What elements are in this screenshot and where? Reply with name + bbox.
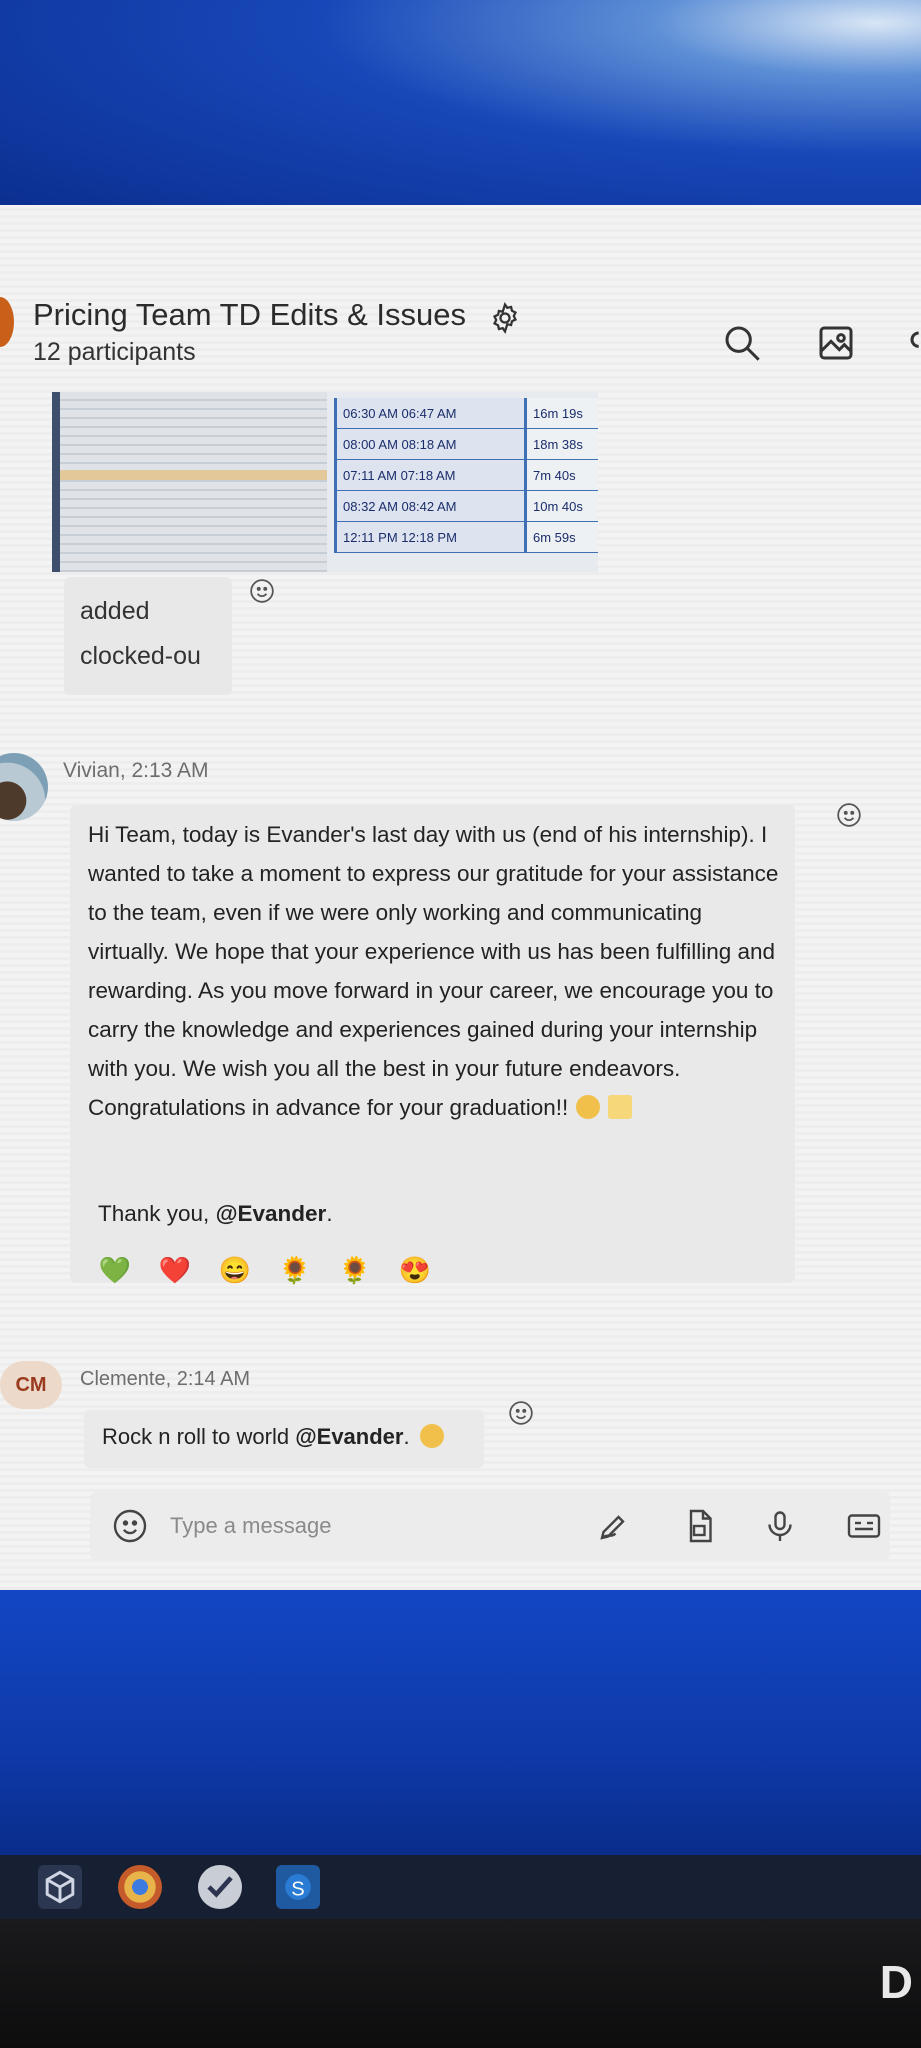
mention-evander[interactable]: @Evander [295, 1424, 403, 1449]
keyboard-icon[interactable] [846, 1508, 882, 1544]
table-row: 08:32 AM 08:42 AM 10m 40s [337, 491, 598, 522]
avatar[interactable]: CM [0, 1361, 62, 1409]
monitor-brand-logo: D [879, 1956, 913, 2008]
skype-icon[interactable]: S [276, 1865, 320, 1909]
message-bubble[interactable]: Rock n roll to world @Evander. [84, 1410, 484, 1468]
avatar[interactable] [0, 753, 48, 821]
table-row: 08:00 AM 08:18 AM 18m 38s [337, 429, 598, 460]
table-cell-times: 08:00 AM 08:18 AM [337, 429, 527, 459]
file-icon[interactable] [682, 1508, 718, 1544]
more-options-icon[interactable] [900, 323, 921, 363]
table-row: 07:11 AM 07:18 AM 7m 40s [337, 460, 598, 491]
table-cell-duration: 7m 40s [527, 460, 598, 490]
chat-header: Pricing Team TD Edits & Issues 12 partic… [0, 205, 921, 385]
message-body: Hi Team, today is Evander's last day wit… [88, 815, 788, 1127]
table-row: 12:11 PM 12:18 PM 6m 59s [337, 522, 598, 553]
emoji-icon[interactable] [112, 1508, 148, 1544]
star-emoji-icon [608, 1095, 633, 1119]
message-text: Hi Team, today is Evander's last day wit… [88, 822, 779, 1120]
red-heart-reaction[interactable]: ❤️ [158, 1253, 192, 1287]
image-icon[interactable] [816, 323, 856, 363]
svg-text:S: S [291, 1878, 304, 1900]
heart-eyes-reaction[interactable]: 😍 [398, 1253, 432, 1287]
mention-evander[interactable]: @Evander [216, 1201, 327, 1226]
sunflower-reaction[interactable]: 🌻 [338, 1253, 372, 1287]
checkmark-app-icon[interactable] [198, 1865, 242, 1909]
green-heart-reaction[interactable]: 💚 [98, 1253, 132, 1287]
message-sender: Vivian, 2:13 AM [63, 759, 209, 782]
add-reaction-icon[interactable] [508, 1400, 534, 1426]
microphone-icon[interactable] [762, 1508, 798, 1544]
table-row: 06:30 AM 06:47 AM 16m 19s [337, 398, 598, 429]
grinning-emoji-icon [576, 1095, 601, 1119]
shared-screenshot[interactable]: 06:30 AM 06:47 AM 16m 19s 08:00 AM 08:18… [52, 392, 598, 572]
desktop-wallpaper-bottom [0, 1590, 921, 1860]
screenshot-time-table: 06:30 AM 06:47 AM 16m 19s 08:00 AM 08:18… [334, 398, 598, 553]
message-bubble[interactable]: Hi Team, today is Evander's last day wit… [70, 805, 795, 1285]
taskbar: S [0, 1855, 921, 1919]
table-cell-duration: 16m 19s [527, 398, 598, 428]
app-cube-icon[interactable] [38, 1865, 82, 1909]
message-text: Rock n roll to world @Evander. [102, 1424, 444, 1450]
table-cell-times: 08:32 AM 08:42 AM [337, 491, 527, 521]
add-reaction-icon[interactable] [836, 802, 862, 828]
message-input[interactable] [170, 1510, 500, 1542]
chat-title: Pricing Team TD Edits & Issues [33, 297, 467, 332]
search-icon[interactable] [722, 323, 762, 363]
smile-emoji-icon [419, 1424, 444, 1448]
participants-count[interactable]: 12 participants [33, 338, 196, 367]
gear-icon[interactable] [488, 301, 522, 335]
table-cell-duration: 18m 38s [527, 429, 598, 459]
grinning-reaction[interactable]: 😄 [218, 1253, 252, 1287]
message-text-line: clocked-ou [80, 642, 201, 670]
monitor-bezel [0, 1919, 921, 2048]
message-bubble[interactable]: added clocked-ou [64, 577, 232, 695]
table-cell-times: 07:11 AM 07:18 AM [337, 460, 527, 490]
table-cell-times: 12:11 PM 12:18 PM [337, 522, 527, 552]
table-cell-duration: 6m 59s [527, 522, 598, 552]
table-cell-duration: 10m 40s [527, 491, 598, 521]
pen-icon[interactable] [596, 1508, 632, 1544]
desktop-wallpaper-top [0, 0, 921, 230]
message-composer [90, 1492, 890, 1560]
thanks-line: Thank you, @Evander. [98, 1201, 333, 1226]
message-text-line: added [80, 597, 150, 625]
chrome-icon[interactable] [118, 1865, 162, 1909]
group-avatar [0, 297, 14, 347]
add-reaction-icon[interactable] [249, 578, 275, 604]
message-sender: Clemente, 2:14 AM [80, 1368, 251, 1390]
screenshot-sheet-left [52, 392, 327, 572]
flower-reaction[interactable]: 🌻 [278, 1253, 312, 1287]
table-cell-times: 06:30 AM 06:47 AM [337, 398, 527, 428]
reaction-bar: 💚 ❤️ 😄 🌻 🌻 😍 [98, 1253, 432, 1287]
chat-window: Pricing Team TD Edits & Issues 12 partic… [0, 205, 921, 1590]
